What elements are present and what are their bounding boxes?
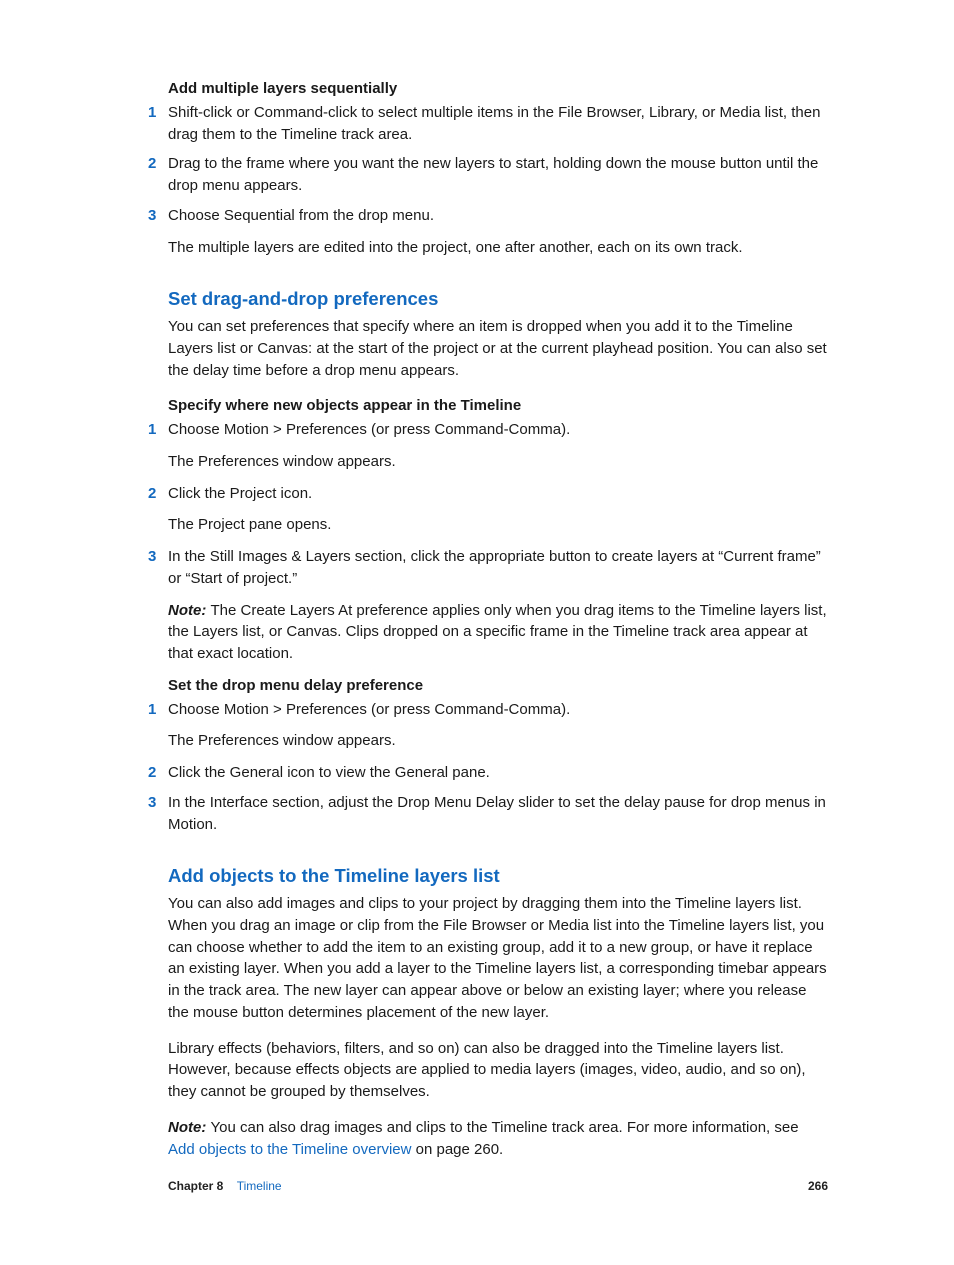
step-text: Shift-click or Command-click to select m… <box>168 102 828 146</box>
note-label: Note: <box>168 1119 211 1136</box>
note-paragraph: Note: The Create Layers At preference ap… <box>168 600 828 665</box>
step-1: 1 Choose Motion > Preferences (or press … <box>168 699 828 753</box>
note-body-tail: on page 260. <box>411 1141 503 1158</box>
section-title-drag-drop: Set drag-and-drop preferences <box>168 286 828 313</box>
step-3: 3 In the Interface section, adjust the D… <box>168 792 828 836</box>
note-body: The Create Layers At preference applies … <box>168 602 827 663</box>
step-follow-text: The Preferences window appears. <box>168 730 828 752</box>
step-number: 2 <box>148 483 156 505</box>
heading-add-multiple: Add multiple layers sequentially <box>168 78 828 100</box>
step-text: Drag to the frame where you want the new… <box>168 153 828 197</box>
section-title-add-objects: Add objects to the Timeline layers list <box>168 863 828 890</box>
step-2: 2 Click the General icon to view the Gen… <box>168 762 828 784</box>
step-1: 1 Choose Motion > Preferences (or press … <box>168 419 828 473</box>
step-number: 3 <box>148 205 156 227</box>
step-follow-text: The Preferences window appears. <box>168 451 828 473</box>
step-number: 3 <box>148 792 156 814</box>
paragraph: You can also add images and clips to you… <box>168 893 828 1024</box>
step-2: 2 Drag to the frame where you want the n… <box>168 153 828 197</box>
page-number: 266 <box>808 1178 828 1195</box>
link-add-objects-overview[interactable]: Add objects to the Timeline overview <box>168 1141 411 1158</box>
note-paragraph: Note: You can also drag images and clips… <box>168 1117 828 1161</box>
page-content: Add multiple layers sequentially 1 Shift… <box>0 0 954 1160</box>
step-number: 3 <box>148 546 156 568</box>
step-text: In the Interface section, adjust the Dro… <box>168 792 828 836</box>
step-number: 2 <box>148 762 156 784</box>
step-text: Choose Motion > Preferences (or press Co… <box>168 699 828 721</box>
page-footer: Chapter 8 Timeline 266 <box>168 1178 828 1195</box>
step-number: 1 <box>148 102 156 124</box>
footer-left: Chapter 8 Timeline <box>168 1178 282 1195</box>
step-2: 2 Click the Project icon. The Project pa… <box>168 483 828 537</box>
intro-paragraph: You can set preferences that specify whe… <box>168 316 828 381</box>
step-text: Click the Project icon. <box>168 483 828 505</box>
step-number: 2 <box>148 153 156 175</box>
step-3: 3 In the Still Images & Layers section, … <box>168 546 828 665</box>
chapter-label: Chapter 8 <box>168 1179 223 1193</box>
step-text: In the Still Images & Layers section, cl… <box>168 546 828 590</box>
chapter-name-link[interactable]: Timeline <box>237 1179 282 1193</box>
step-number: 1 <box>148 419 156 441</box>
step-text: Choose Sequential from the drop menu. <box>168 205 828 227</box>
step-number: 1 <box>148 699 156 721</box>
paragraph: Library effects (behaviors, filters, and… <box>168 1038 828 1103</box>
step-text: Click the General icon to view the Gener… <box>168 762 828 784</box>
step-text: Choose Motion > Preferences (or press Co… <box>168 419 828 441</box>
heading-specify-objects: Specify where new objects appear in the … <box>168 395 828 417</box>
step-1: 1 Shift-click or Command-click to select… <box>168 102 828 146</box>
note-body: You can also drag images and clips to th… <box>211 1119 799 1136</box>
step-follow-text: The Project pane opens. <box>168 514 828 536</box>
note-label: Note: <box>168 602 211 619</box>
step-follow-text: The multiple layers are edited into the … <box>168 237 828 259</box>
step-3: 3 Choose Sequential from the drop menu. … <box>168 205 828 259</box>
heading-drop-menu-delay: Set the drop menu delay preference <box>168 675 828 697</box>
